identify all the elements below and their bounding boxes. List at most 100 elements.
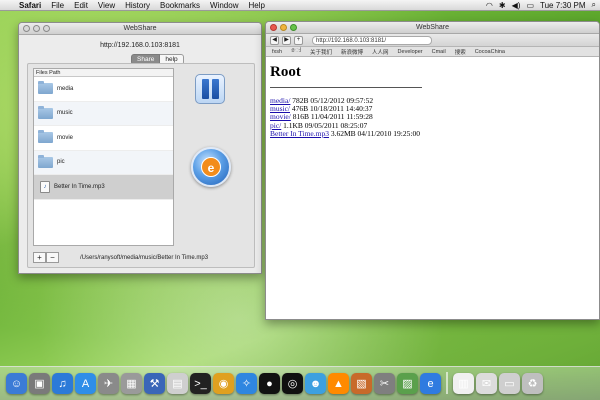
file-name: pic	[57, 159, 65, 166]
people-icon[interactable]: ☻	[305, 373, 326, 394]
add-bookmark-button[interactable]: +	[294, 35, 303, 45]
bookmark-item[interactable]: 搜索	[455, 48, 466, 56]
launchpad-icon[interactable]: ✈	[98, 373, 119, 394]
page-title: Root	[270, 64, 301, 80]
share-toggle-button[interactable]: e	[191, 147, 231, 187]
page-content: Root media/ 782B 05/12/2012 09:57:52 mus…	[266, 57, 599, 145]
zoom-button[interactable]	[43, 25, 50, 32]
add-remove-controls: + −	[33, 252, 59, 263]
itunes-icon[interactable]: ♫	[52, 373, 73, 394]
bookmark-item[interactable]: Developer	[398, 49, 423, 55]
menu-bookmarks[interactable]: Bookmarks	[155, 1, 205, 10]
window-title: WebShare	[416, 24, 449, 31]
wifi-icon[interactable]: ◠	[486, 1, 493, 10]
bookmark-item[interactable]: 新浪微博	[341, 48, 363, 56]
list-item-selected[interactable]: ♪ Better In Time.mp3	[34, 175, 173, 200]
wifi-share-icon: e	[201, 157, 221, 177]
menu-view[interactable]: View	[93, 1, 120, 10]
list-item[interactable]: music	[34, 101, 173, 126]
file-name: music	[57, 110, 73, 117]
preview-icon[interactable]: ▤	[167, 373, 188, 394]
clock[interactable]: Tue 7:30 PM	[540, 1, 586, 10]
current-path: /Users/ranysoft/media/music/Better In Ti…	[80, 255, 209, 261]
bluetooth-icon[interactable]: ✱	[499, 1, 506, 10]
file-name: movie	[57, 134, 74, 141]
menu-history[interactable]: History	[120, 1, 155, 10]
browser-titlebar[interactable]: WebShare	[266, 22, 599, 34]
minimize-button[interactable]	[33, 25, 40, 32]
status-tray: ◠ ✱ ◀) ▭ Tue 7:30 PM ⌕	[486, 0, 600, 10]
divider	[270, 87, 422, 88]
dock: ☺ ▣ ♫ A ✈ ▦ ⚒ ▤ >_ ◉ ✧ ● ◎ ☻ ▲ ▧ ✂ ▨ e ▥ ✉ ▭ ♻	[6, 368, 594, 394]
photo-icon[interactable]: ▧	[351, 373, 372, 394]
add-button[interactable]: +	[33, 252, 46, 263]
screenshot-icon[interactable]: ▣	[29, 373, 50, 394]
directory-entry: Better In Time.mp3 3.62MB 04/11/2010 19:…	[270, 128, 595, 138]
bookmark-item[interactable]: 人人网	[372, 48, 389, 56]
qq-icon[interactable]: ●	[259, 373, 280, 394]
menu-safari[interactable]: Safari	[14, 1, 46, 10]
webshare-titlebar[interactable]: WebShare	[19, 23, 261, 35]
spotlight-icon[interactable]: ⌕	[592, 0, 596, 10]
browser-toolbar: ◀ ▶ + http://192.168.0.103:8181/	[266, 34, 599, 47]
pause-button[interactable]	[195, 74, 225, 104]
bookmark-item[interactable]: fxsh	[272, 49, 282, 55]
file-name: Better In Time.mp3	[54, 183, 105, 190]
list-item[interactable]: pic	[34, 150, 173, 175]
folder-icon	[38, 130, 53, 144]
window-controls	[23, 25, 50, 32]
forward-button[interactable]: ▶	[282, 35, 291, 45]
bookmarks-bar: fxsh ෝ 关于我们 新浪微博 人人网 Developer Cmail 搜索 …	[266, 47, 599, 57]
finder-icon[interactable]: ☺	[6, 373, 27, 394]
webshare-icon[interactable]: e	[420, 373, 441, 394]
menu-edit[interactable]: Edit	[69, 1, 93, 10]
mail-icon[interactable]: ✉	[476, 373, 497, 394]
image-icon[interactable]: ▨	[397, 373, 418, 394]
window-title: WebShare	[123, 25, 157, 32]
terminal-icon[interactable]: >_	[190, 373, 211, 394]
menu-bar: Safari File Edit View History Bookmarks …	[0, 0, 600, 11]
battery-icon[interactable]: ▭	[526, 1, 534, 10]
file-list[interactable]: Files Path media music movie pic ♪ Bette…	[33, 68, 174, 246]
list-item[interactable]: movie	[34, 126, 173, 151]
close-button[interactable]	[270, 24, 277, 31]
remove-button[interactable]: −	[46, 252, 59, 263]
minimize-button[interactable]	[280, 24, 287, 31]
folder-icon	[38, 105, 53, 119]
entry-info: 3.62MB 04/11/2010 19:25:00	[330, 128, 420, 138]
bookmark-item[interactable]: CocoaChina	[475, 49, 505, 55]
volume-icon[interactable]: ◀)	[512, 1, 521, 10]
calculator-icon[interactable]: ▦	[121, 373, 142, 394]
safari-icon[interactable]: ✧	[236, 373, 257, 394]
menu-help[interactable]: Help	[243, 1, 269, 10]
trash-icon[interactable]: ♻	[522, 373, 543, 394]
close-button[interactable]	[23, 25, 30, 32]
tools-icon[interactable]: ✂	[374, 373, 395, 394]
bookmark-item[interactable]: 关于我们	[310, 48, 332, 56]
entry-link[interactable]: Better In Time.mp3	[270, 129, 329, 138]
xcode-icon[interactable]: ⚒	[144, 373, 165, 394]
camera-icon[interactable]: ◎	[282, 373, 303, 394]
menu-window[interactable]: Window	[205, 1, 243, 10]
vlc-icon[interactable]: ▲	[328, 373, 349, 394]
list-item[interactable]: media	[34, 77, 173, 102]
webshare-window: WebShare http://192.168.0.103:8181 Share…	[18, 22, 262, 274]
dock-separator	[446, 372, 448, 394]
menu-file[interactable]: File	[46, 1, 69, 10]
folder-icon	[38, 81, 53, 95]
file-name: media	[57, 85, 74, 92]
browser-window: WebShare ◀ ▶ + http://192.168.0.103:8181…	[265, 21, 600, 320]
display-icon[interactable]: ▭	[499, 373, 520, 394]
zoom-button[interactable]	[290, 24, 297, 31]
address-bar[interactable]: http://192.168.0.103:8181/	[312, 35, 432, 45]
document-icon[interactable]: ▥	[453, 373, 474, 394]
chrome-icon[interactable]: ◉	[213, 373, 234, 394]
app-store-icon[interactable]: A	[75, 373, 96, 394]
server-url: http://192.168.0.103:8181	[100, 42, 180, 49]
file-list-header: Files Path	[34, 69, 173, 77]
window-controls	[270, 24, 297, 31]
bookmark-item[interactable]: Cmail	[432, 49, 446, 55]
bookmark-item[interactable]: ෝ	[291, 48, 301, 55]
back-button[interactable]: ◀	[270, 35, 279, 45]
pause-icon-bar	[211, 79, 219, 99]
